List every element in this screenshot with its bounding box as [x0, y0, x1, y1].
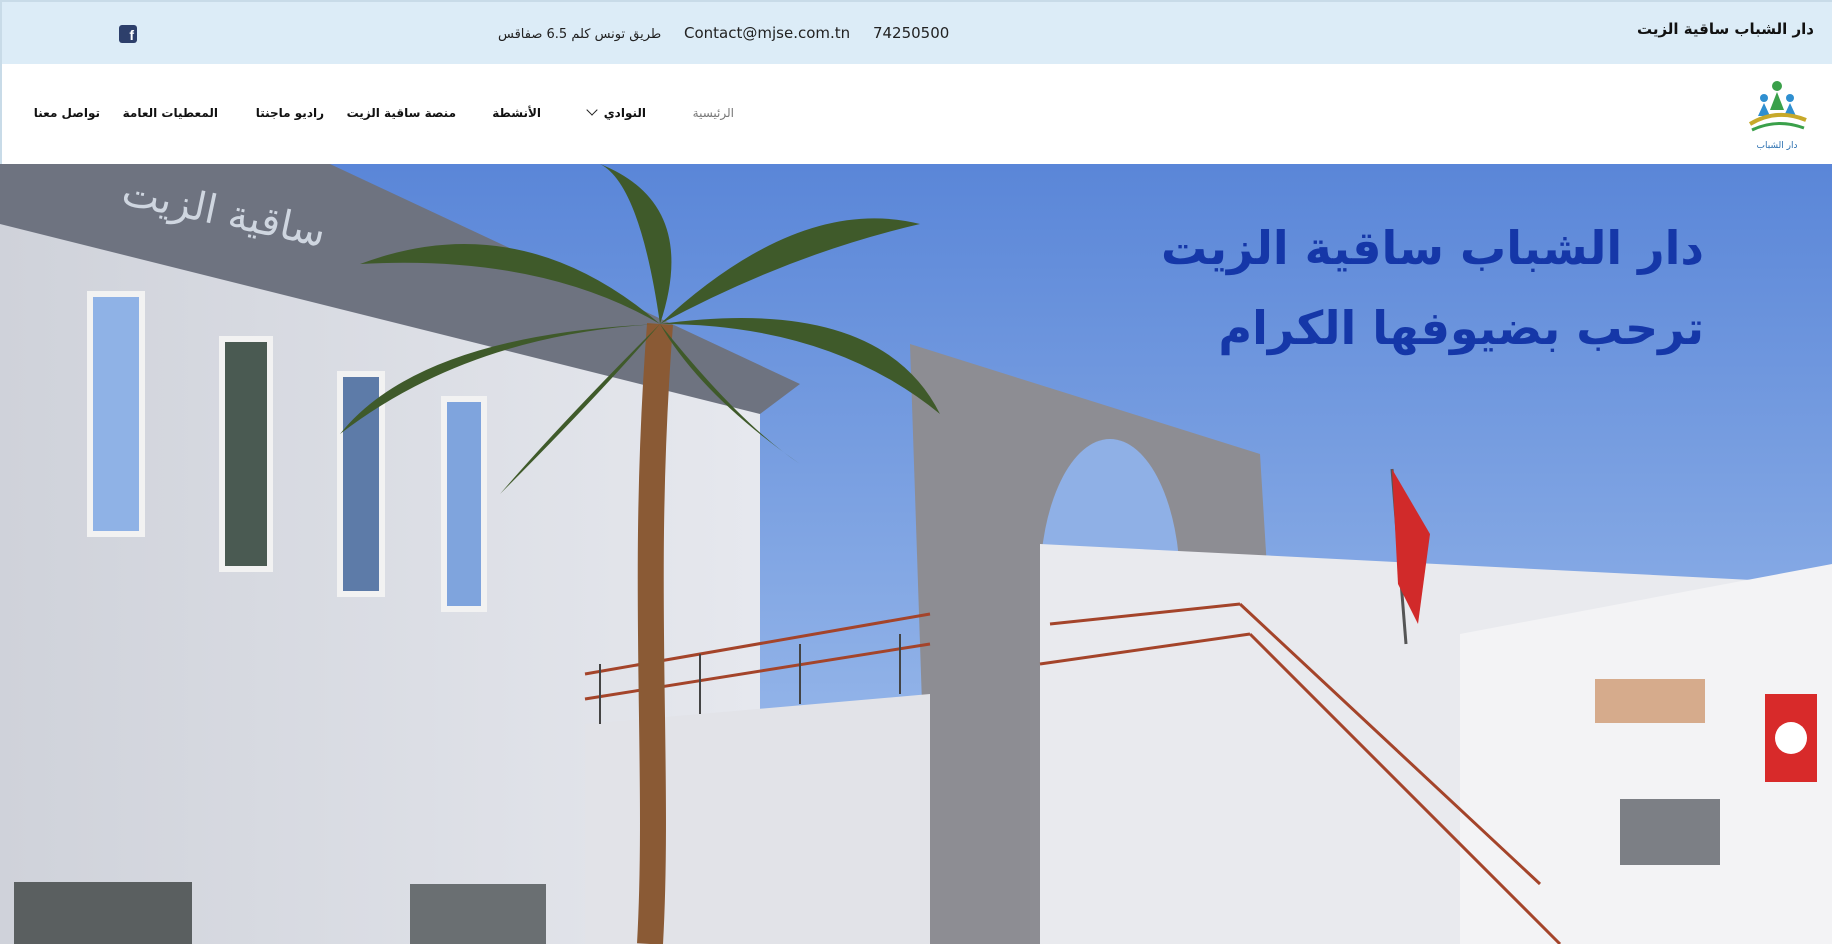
chevron-down-icon [586, 104, 598, 116]
phone-text: 74250500 [872, 24, 950, 42]
address-text: طريق تونس كلم 6.5 صفاقس [498, 27, 662, 42]
nav-item-general-data[interactable]: المعطيات العامة [123, 106, 218, 120]
nav-item-home[interactable]: الرئيسية [693, 106, 734, 120]
svg-text:دار الشباب: دار الشباب [1757, 141, 1798, 151]
hero-line-1: دار الشباب ساقية الزيت [1161, 221, 1704, 275]
nav-item-radio[interactable]: راديو ماجنتا [256, 106, 324, 120]
site-name: دار الشباب ساقية الزيت [1636, 20, 1814, 38]
hero-heading: دار الشباب ساقية الزيت ترحب بضيوفها الكر… [1161, 208, 1704, 368]
nav-item-clubs-label: النوادي [603, 106, 646, 120]
top-contact-bar: دار الشباب ساقية الزيت طريق تونس كلم 6.5… [0, 0, 1832, 64]
email-link[interactable]: Contact@mjse.com.tn [684, 24, 850, 42]
contact-info: طريق تونس كلم 6.5 صفاقس Contact@mjse.com… [498, 24, 963, 42]
nav-item-platform[interactable]: منصة ساقية الزيت [347, 106, 456, 120]
nav-item-activities[interactable]: الأنشطة [492, 106, 541, 120]
main-navbar: دار الشباب الرئيسية النوادي الأنشطة منصة… [0, 64, 1832, 164]
nav-item-clubs[interactable]: النوادي [586, 104, 646, 120]
nav-item-contact[interactable]: تواصل معنا [34, 106, 100, 120]
site-logo[interactable]: دار الشباب [1744, 76, 1810, 156]
facebook-icon[interactable]: f [119, 25, 137, 43]
hero-line-2: ترحب بضيوفها الكرام [1218, 301, 1704, 355]
hero-banner: ساقية الزيت دار الشباب ساقية الزيت ترحب … [0, 164, 1832, 944]
